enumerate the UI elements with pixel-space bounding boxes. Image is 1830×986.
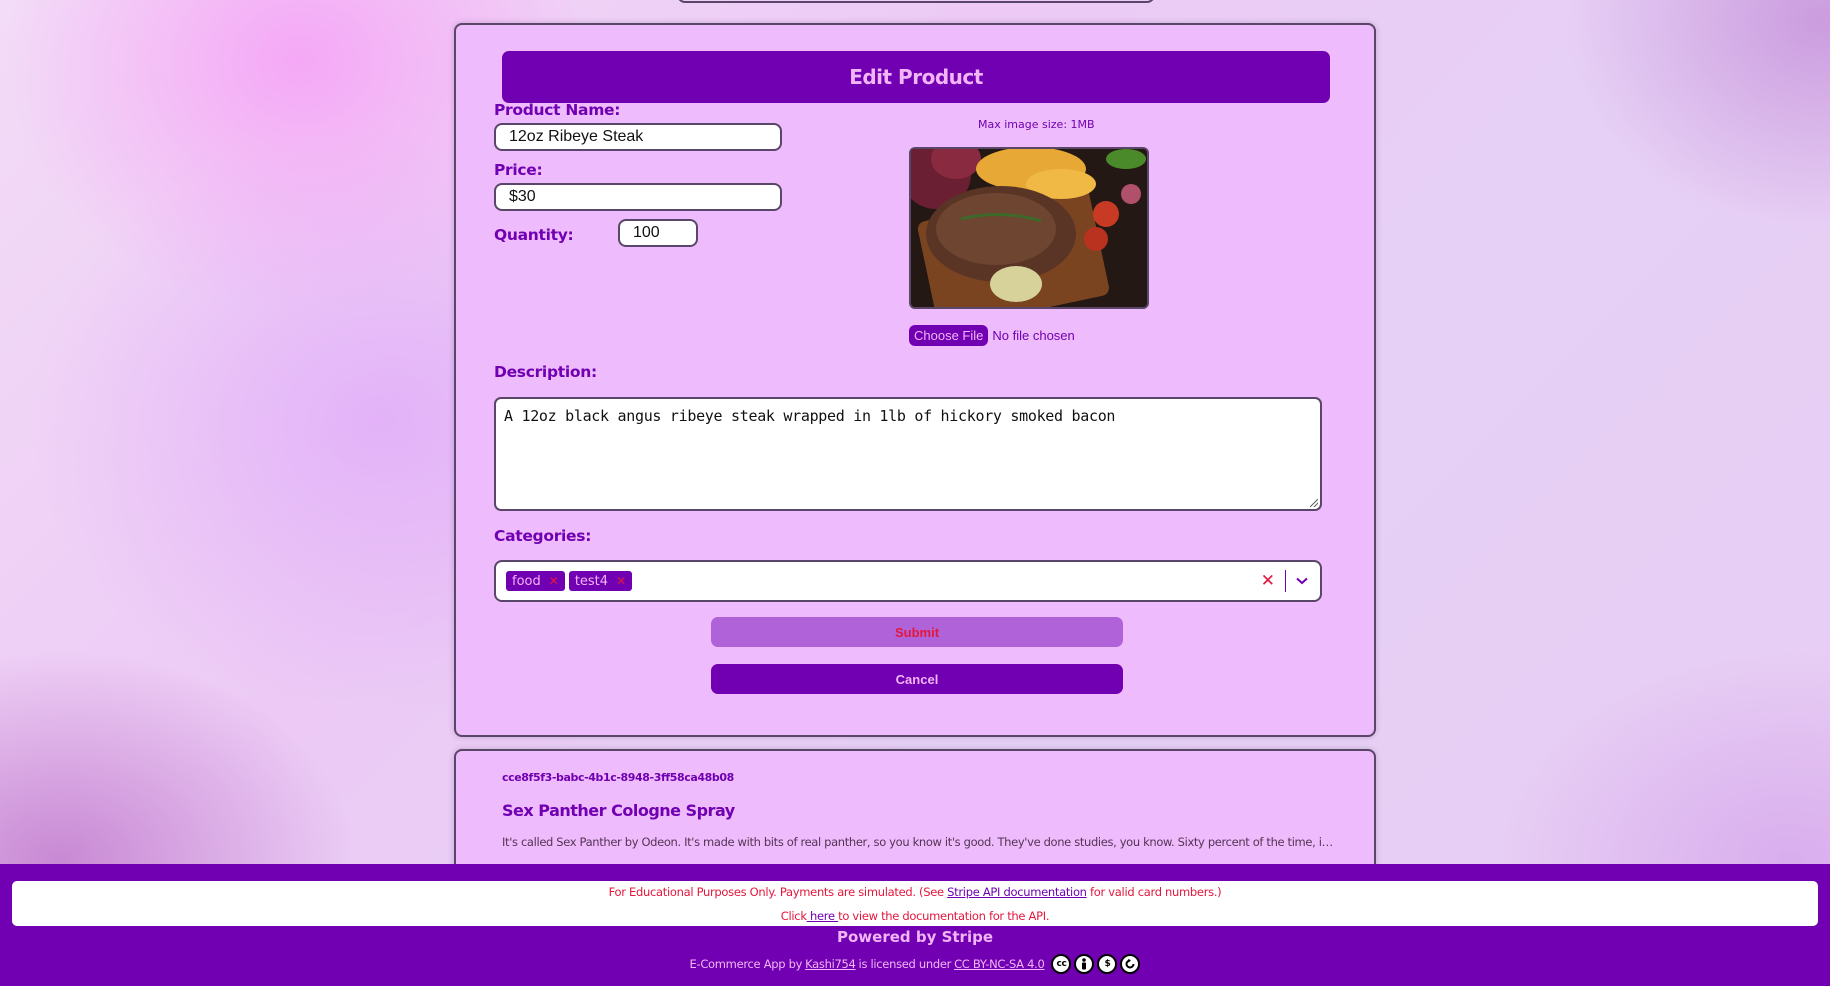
product-description: It's called Sex Panther by Odeon. It's m… [502,835,1332,849]
by-icon [1074,954,1095,974]
sa-icon [1120,954,1141,974]
category-chip-label: test4 [574,573,609,589]
powered-by-stripe: Powered by Stripe [836,928,994,946]
edit-product-card: Edit Product Product Name: 12oz Ribeye S… [454,23,1376,737]
remove-chip-icon[interactable]: ✕ [608,574,632,588]
previous-card-edge [677,0,1155,3]
footer: For Educational Purposes Only. Payments … [0,864,1830,986]
cancel-button[interactable]: Cancel [711,664,1123,694]
educational-notice: For Educational Purposes Only. Payments … [12,881,1818,926]
license-icons: cc $ [1051,954,1141,974]
chevron-down-icon[interactable] [1286,577,1320,585]
tomato-2 [1084,227,1108,251]
notice-suffix: for valid card numbers.) [1086,885,1222,899]
author-link[interactable]: Kashi754 [805,957,856,971]
choose-file-button[interactable]: Choose File [909,325,989,346]
radish [1121,184,1141,204]
page-title: Edit Product [849,65,983,89]
product-name-input[interactable]: 12oz Ribeye Steak [494,123,782,151]
file-status: No file chosen [992,328,1075,343]
steak-image [911,149,1147,307]
categories-select[interactable]: food ✕ test4 ✕ ✕ [494,560,1322,602]
herb-butter [990,266,1042,302]
license-line: E-Commerce App by Kashi754 is licensed u… [0,954,1830,974]
edit-product-header: Edit Product [502,51,1330,103]
select-controls: ✕ [1251,562,1320,600]
remove-chip-icon[interactable]: ✕ [541,574,565,588]
tomato [1093,201,1119,227]
license-link[interactable]: CC BY-NC-SA 4.0 [954,957,1045,971]
categories-label: Categories: [494,527,592,545]
steak-highlight [936,193,1056,265]
description-textarea[interactable]: A 12oz black angus ribeye steak wrapped … [494,397,1322,511]
greens [1106,149,1146,169]
api-docs-link[interactable]: here [807,909,838,923]
cc-icon: cc [1051,954,1072,974]
notice-line-1: For Educational Purposes Only. Payments … [12,885,1818,899]
max-image-size-hint: Max image size: 1MB [978,118,1095,131]
product-name[interactable]: Sex Panther Cologne Spray [502,801,735,820]
quantity-label: Quantity: [494,226,574,244]
notice-line-2: Click here to view the documentation for… [12,909,1818,923]
file-input[interactable]: Choose File No file chosen [909,325,1075,346]
stripe-docs-link[interactable]: Stripe API documentation [947,885,1087,899]
description-label: Description: [494,363,597,381]
license-mid: is licensed under [858,957,952,971]
category-chip: food ✕ [506,571,565,591]
product-name-label: Product Name: [494,101,621,119]
notice-prefix: For Educational Purposes Only. Payments … [608,885,948,899]
submit-button[interactable]: Submit [711,617,1123,647]
description-text: A 12oz black angus ribeye steak wrapped … [504,407,1116,425]
price-input[interactable]: $30 [494,183,782,211]
price-label: Price: [494,161,543,179]
nc-icon: $ [1097,954,1118,974]
quantity-input[interactable]: 100 [618,219,698,247]
clear-all-icon[interactable]: ✕ [1251,571,1285,591]
click-suffix: to view the documentation for the API. [838,909,1050,923]
product-image-preview [909,147,1149,309]
license-prefix: E-Commerce App by [689,957,803,971]
category-chip: test4 ✕ [568,571,633,591]
category-chip-label: food [512,573,541,589]
click-prefix: Click [780,909,807,923]
product-id: cce8f5f3-babc-4b1c-8948-3ff58ca48b08 [502,771,734,784]
resize-handle[interactable] [1310,499,1318,507]
